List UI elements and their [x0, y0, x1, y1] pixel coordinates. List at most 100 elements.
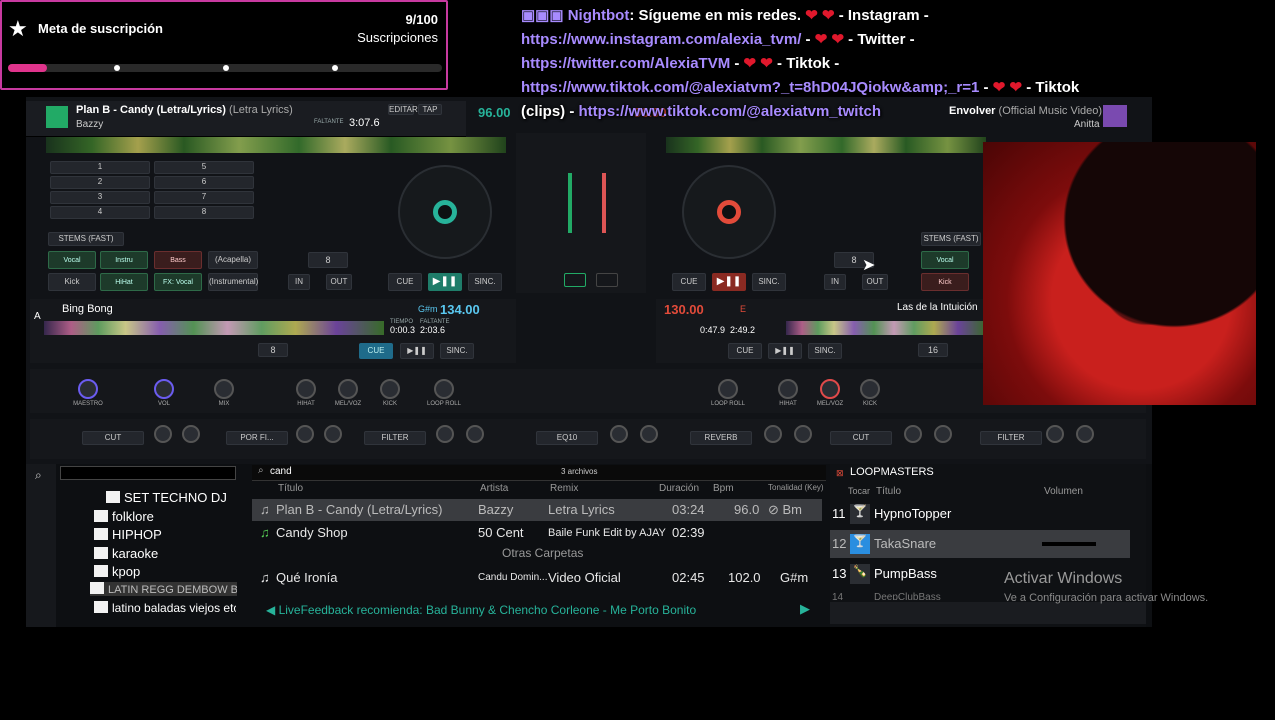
- deck-b-waveform[interactable]: [666, 137, 986, 153]
- eq-knob[interactable]: [338, 379, 358, 399]
- deck-a-loop-size[interactable]: 8: [308, 252, 348, 268]
- deck-a-play-button[interactable]: ▶❚❚: [428, 273, 462, 291]
- stem-pad[interactable]: Instru: [100, 251, 148, 269]
- sampler-title[interactable]: LOOPMASTERS: [850, 466, 934, 478]
- sampler-item[interactable]: 11 🍸 HypnoTopper: [830, 500, 1130, 528]
- deck-a-sync-button[interactable]: SINC.: [468, 273, 502, 291]
- deck-b-in-button[interactable]: IN: [824, 274, 846, 290]
- table-row[interactable]: ♫ Qué Ironía Candu Domin... Video Oficia…: [252, 567, 822, 589]
- fx-select[interactable]: EQ10: [536, 431, 598, 445]
- stem-pad[interactable]: Vocal: [48, 251, 96, 269]
- folder-item[interactable]: karaoke: [94, 546, 158, 561]
- deck-a-cue-button[interactable]: CUE: [388, 273, 422, 291]
- deck-d-play-button[interactable]: ▶❚❚: [768, 343, 802, 359]
- fx-select[interactable]: POR FI...: [226, 431, 288, 445]
- search-icon[interactable]: ⌕: [35, 468, 42, 483]
- loop-roll-knob[interactable]: [718, 379, 738, 399]
- hotcue-pad[interactable]: 2: [50, 176, 150, 189]
- fx-param-knob[interactable]: [1076, 425, 1094, 443]
- stem-pad[interactable]: Kick: [921, 273, 969, 291]
- chat-link-clips[interactable]: https://www.tiktok.com/@alexiatvm_twitch: [579, 103, 881, 120]
- stem-pad[interactable]: Bass: [154, 251, 202, 269]
- table-row[interactable]: ♫ Candy Shop 50 Cent Baile Funk Edit by …: [252, 522, 822, 544]
- col-remix[interactable]: Remix: [550, 483, 578, 494]
- fx-select[interactable]: FILTER: [364, 431, 426, 445]
- fx-param-knob[interactable]: [794, 425, 812, 443]
- stem-pad[interactable]: Kick: [48, 273, 96, 291]
- col-bpm[interactable]: Bpm: [713, 483, 734, 494]
- folder-item-selected[interactable]: LATIN REGG DEMBOW BR AF: [90, 582, 237, 596]
- hotcue-pad[interactable]: 5: [154, 161, 254, 174]
- folder-item[interactable]: folklore: [94, 509, 154, 524]
- chat-link-tiktok[interactable]: https://www.tiktok.com/@alexiatvm?_t=8hD…: [521, 79, 979, 96]
- deck-a-waveform[interactable]: [46, 137, 506, 153]
- hotcue-pad[interactable]: 6: [154, 176, 254, 189]
- col-duration[interactable]: Duración: [659, 483, 699, 494]
- deck-c-loop-size[interactable]: 8: [258, 343, 288, 357]
- headphone-cue-a[interactable]: [564, 273, 586, 287]
- folder-item[interactable]: latino baladas viejos etc: [94, 601, 236, 615]
- deck-a-jogwheel[interactable]: [398, 165, 492, 259]
- fx-param-knob[interactable]: [324, 425, 342, 443]
- fx-param-knob[interactable]: [934, 425, 952, 443]
- deck-d-waveform[interactable]: [786, 321, 986, 335]
- vol-knob[interactable]: [154, 379, 174, 399]
- stem-pad[interactable]: (Instrumental): [208, 273, 258, 291]
- fx-param-knob[interactable]: [296, 425, 314, 443]
- sampler-volume-bar[interactable]: [1042, 542, 1096, 546]
- deck-a-out-button[interactable]: OUT: [326, 274, 352, 290]
- deck-b-stems-dropdown[interactable]: STEMS (FAST): [921, 232, 981, 246]
- fx-param-knob[interactable]: [466, 425, 484, 443]
- deck-c-waveform[interactable]: [44, 321, 384, 335]
- live-feedback-bar[interactable]: ◀ LiveFeedback recomienda: Bad Bunny & C…: [266, 603, 696, 617]
- eq-knob[interactable]: [380, 379, 400, 399]
- eq-knob[interactable]: [820, 379, 840, 399]
- stem-pad[interactable]: (Acapella): [208, 251, 258, 269]
- fx-param-knob[interactable]: [640, 425, 658, 443]
- col-artist[interactable]: Artista: [480, 483, 508, 494]
- deck-b-sync-button[interactable]: SINC.: [752, 273, 786, 291]
- eq-knob[interactable]: [860, 379, 880, 399]
- hotcue-pad[interactable]: 1: [50, 161, 150, 174]
- deck-c-cue-button[interactable]: CUE: [359, 343, 393, 359]
- fx-param-knob[interactable]: [154, 425, 172, 443]
- mix-knob[interactable]: [214, 379, 234, 399]
- fx-select[interactable]: REVERB: [690, 431, 752, 445]
- fx-select[interactable]: CUT: [82, 431, 144, 445]
- folder-item[interactable]: SET TECHNO DJ: [106, 490, 227, 505]
- chat-link-instagram[interactable]: https://www.instagram.com/alexia_tvm/: [521, 31, 801, 48]
- deck-b-play-button[interactable]: ▶❚❚: [712, 273, 746, 291]
- col-title[interactable]: Título: [278, 483, 303, 494]
- hotcue-pad[interactable]: 7: [154, 191, 254, 204]
- edit-button[interactable]: EDITAR: [388, 104, 418, 115]
- stem-pad[interactable]: Vocal: [921, 251, 969, 269]
- fx-param-knob[interactable]: [436, 425, 454, 443]
- tap-button[interactable]: TAP: [418, 104, 442, 115]
- deck-d-cue-button[interactable]: CUE: [728, 343, 762, 359]
- deck-d-sync-button[interactable]: SINC.: [808, 343, 842, 359]
- stem-pad[interactable]: HiHat: [100, 273, 148, 291]
- fx-param-knob[interactable]: [182, 425, 200, 443]
- chat-nick[interactable]: Nightbot: [568, 7, 630, 24]
- stems-dropdown[interactable]: STEMS (FAST): [48, 232, 124, 246]
- fx-select[interactable]: FILTER: [980, 431, 1042, 445]
- deck-b-jogwheel[interactable]: [682, 165, 776, 259]
- sampler-item[interactable]: 12 🍸 TakaSnare: [830, 530, 1130, 558]
- hotcue-pad[interactable]: 8: [154, 206, 254, 219]
- col-key[interactable]: Tonalidad (Key): [768, 483, 824, 492]
- eq-knob[interactable]: [296, 379, 316, 399]
- master-knob[interactable]: [78, 379, 98, 399]
- hotcue-pad[interactable]: 4: [50, 206, 150, 219]
- live-feedback-next-icon[interactable]: ▶: [800, 601, 810, 617]
- deck-b-out-button[interactable]: OUT: [862, 274, 888, 290]
- folder-item[interactable]: kpop: [94, 564, 140, 579]
- deck-a-in-button[interactable]: IN: [288, 274, 310, 290]
- fx-param-knob[interactable]: [1046, 425, 1064, 443]
- fx-select[interactable]: CUT: [830, 431, 892, 445]
- eq-knob[interactable]: [778, 379, 798, 399]
- chat-link-twitter[interactable]: https://twitter.com/AlexiaTVM: [521, 55, 730, 72]
- deck-c-play-button[interactable]: ▶❚❚: [400, 343, 434, 359]
- deck-d-loop-size[interactable]: 16: [918, 343, 948, 357]
- hotcue-pad[interactable]: 3: [50, 191, 150, 204]
- fx-param-knob[interactable]: [764, 425, 782, 443]
